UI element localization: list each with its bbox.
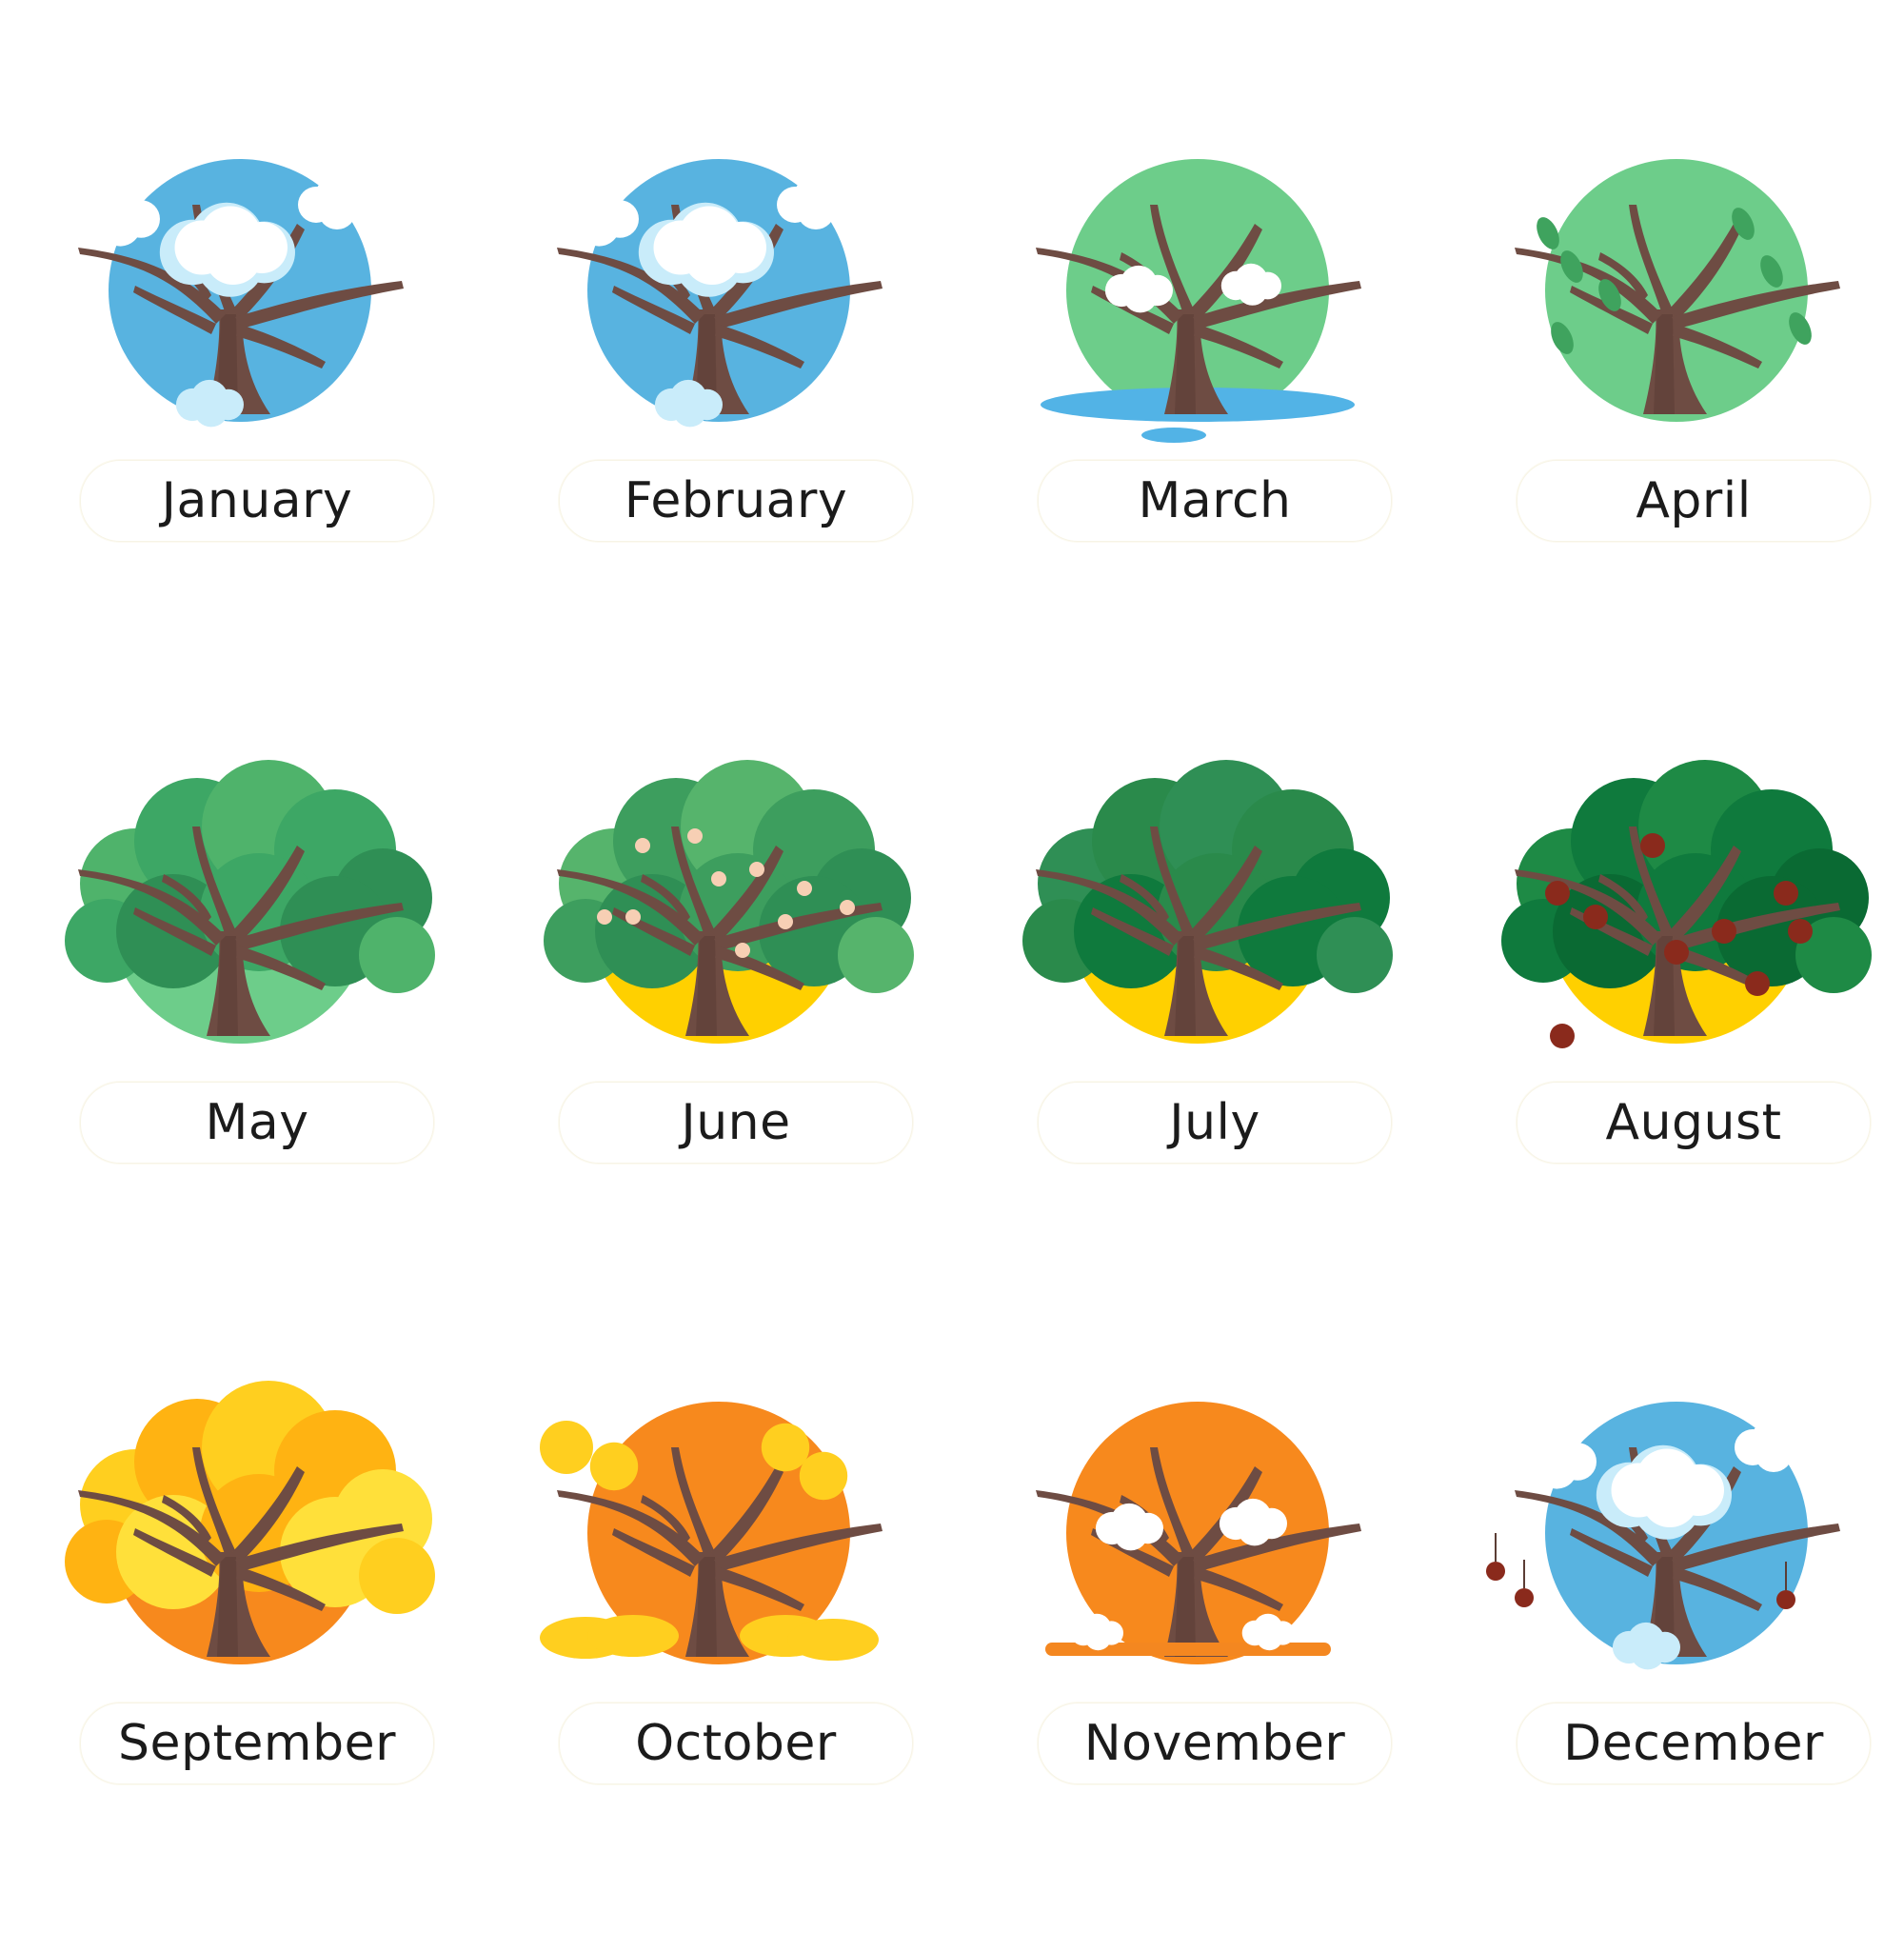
blossom <box>797 881 812 896</box>
month-tile: June <box>500 712 976 1331</box>
blossom <box>711 871 726 886</box>
month-label: July <box>1038 1082 1392 1164</box>
month-name: May <box>205 1094 309 1151</box>
autumn-leaf-clump <box>799 1451 848 1501</box>
blossom <box>635 838 650 853</box>
autumn-leaf-clump <box>761 1423 810 1472</box>
month-name: June <box>681 1094 791 1151</box>
month-tile: November <box>979 1333 1455 1952</box>
fruit <box>1550 1024 1575 1048</box>
month-tile: April <box>1458 90 1904 709</box>
month-label: March <box>1038 460 1392 542</box>
hanging-fruit <box>1776 1590 1795 1609</box>
month-tile: January <box>21 90 497 709</box>
blossom <box>625 909 641 925</box>
month-tile: March <box>979 90 1455 709</box>
month-name: September <box>118 1715 396 1772</box>
month-name: October <box>635 1715 837 1772</box>
fruit <box>1664 940 1689 965</box>
blossom <box>749 862 764 877</box>
month-label: January <box>80 460 434 542</box>
puddle <box>1141 428 1206 443</box>
month-tile: August <box>1458 712 1904 1331</box>
month-tile: February <box>500 90 976 709</box>
month-label: May <box>80 1082 434 1164</box>
month-tile: July <box>979 712 1455 1331</box>
fruit <box>1545 881 1570 906</box>
month-name: April <box>1636 472 1752 529</box>
month-name: July <box>1169 1094 1260 1151</box>
fruit <box>1583 905 1608 929</box>
month-label: November <box>1038 1703 1392 1784</box>
autumn-leaf-clump <box>589 1442 639 1491</box>
blossom <box>687 828 703 844</box>
month-label: June <box>559 1082 913 1164</box>
blossom <box>735 943 750 958</box>
month-tile: December <box>1458 1333 1904 1952</box>
fruit <box>1774 881 1798 906</box>
fruit <box>1712 919 1736 944</box>
month-label: August <box>1517 1082 1871 1164</box>
month-label: October <box>559 1703 913 1784</box>
hanging-fruit <box>1515 1588 1534 1607</box>
leaf-pile <box>587 1615 679 1657</box>
fruit <box>1788 919 1813 944</box>
blossom <box>840 900 855 915</box>
month-name: November <box>1083 1715 1346 1772</box>
blossom <box>778 914 793 929</box>
month-name: January <box>161 472 353 529</box>
hanging-fruit <box>1486 1562 1505 1581</box>
fruit <box>1640 833 1665 858</box>
month-tile: May <box>21 712 497 1331</box>
month-tile: September <box>21 1333 497 1952</box>
month-label: April <box>1517 460 1871 542</box>
month-name: March <box>1138 472 1292 529</box>
month-label: December <box>1517 1703 1871 1784</box>
month-name: August <box>1605 1094 1782 1151</box>
month-name: February <box>624 472 848 529</box>
leaf-pile <box>787 1619 879 1661</box>
month-name: December <box>1563 1715 1824 1772</box>
month-label: September <box>80 1703 434 1784</box>
autumn-leaf-clump <box>540 1421 593 1474</box>
month-trees-grid: January February March April May June July Augu… <box>0 0 1904 1904</box>
blossom <box>597 909 612 925</box>
fruit <box>1745 971 1770 996</box>
month-tile: October <box>500 1333 976 1952</box>
month-label: February <box>559 460 913 542</box>
